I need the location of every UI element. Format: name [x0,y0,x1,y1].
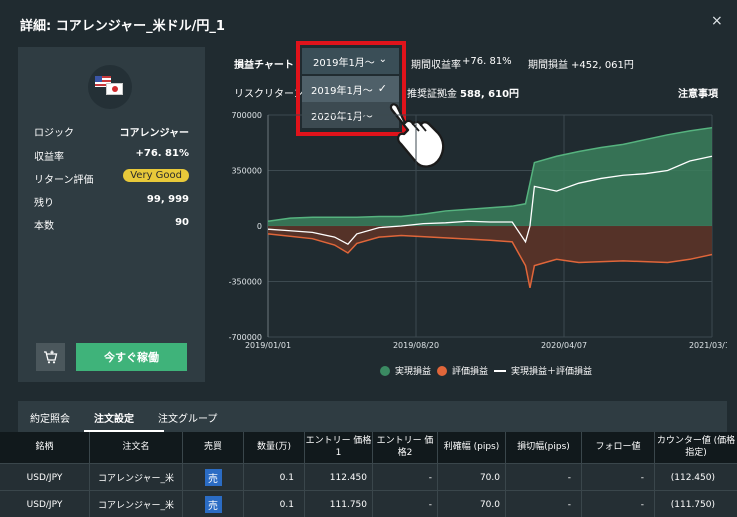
tab-executions[interactable]: 約定照会 [30,410,70,425]
tab-order-groups[interactable]: 注文グループ [158,410,217,425]
col-take-profit: 利確幅 (pips) [438,432,506,463]
col-stop-loss: 損切幅(pips) [506,432,582,463]
legend-unrealized: 評価損益 [437,364,488,377]
rating-badge: Very Good [123,169,189,182]
y-tick-label: 0 [257,222,262,231]
margin-value: 588, 610円 [460,89,520,100]
period-pl-value: +452, 061円 [571,60,634,71]
detail-dialog: 詳細: コアレンジャー_米ドル/円_1 × ロジック コアレンジャー 収益率 +… [0,0,737,517]
x-tick-label: 2020/04/07 [541,341,587,350]
realized-area [268,127,712,226]
add-to-cart-button[interactable] [36,343,65,371]
col-side: 売買 [183,432,244,463]
tab-order-settings[interactable]: 注文設定 [94,410,134,425]
col-entry-price-2: エントリー 価格2 [373,432,438,463]
col-follow: フォロー値 [582,432,655,463]
legend-realized: 実現損益 [380,364,431,377]
col-quantity: 数量(万) [244,432,305,463]
x-tick-label: 2019/08/20 [393,341,439,350]
sell-badge: 売 [204,469,222,486]
pl-chart: 7000003500000-350000-700000 2019/01/01 20… [229,111,727,350]
col-counter: カウンター値 (価格指定) [656,436,736,458]
notes-link[interactable]: 注意事項 [678,85,718,100]
margin-label: 推奨証拠金 [407,89,457,100]
logic-panel: ロジック コアレンジャー 収益率 +76. 81% リターン評価 Very Go… [18,47,205,382]
run-now-button[interactable]: 今すぐ稼働 [76,343,187,371]
currency-pair-avatar [88,65,132,109]
pl-chart-label: 損益チャート [234,60,294,71]
col-order-name: 注文名 [90,432,183,463]
legend-dot-orange [437,365,447,376]
col-symbol: 銘柄 [0,432,90,463]
table-row[interactable]: USD/JPY コアレンジャー_米 売 0.1 111.750 - 70.0 -… [0,490,737,517]
x-axis: 2019/01/01 2019/08/20 2020/04/07 2021/03/10 [245,341,727,350]
legend-dot-green [380,365,390,376]
close-icon[interactable]: × [711,13,723,29]
japan-flag-icon [106,83,123,95]
tab-bar: 約定照会 注文設定 注文グループ [18,401,727,432]
y-tick-label: -350000 [229,278,262,287]
dialog-title: 詳細: コアレンジャー_米ドル/円_1 [20,19,225,34]
x-tick-label: 2021/03/10 [689,341,727,350]
y-tick-label: 350000 [231,167,262,176]
return-rate-value: +76. 81% [462,56,512,67]
y-tick-label: 700000 [231,111,262,120]
cart-plus-icon [44,350,58,364]
y-axis: 7000003500000-350000-700000 [229,111,262,342]
orders-table-header: 銘柄 注文名 売買 数量(万) エントリー 価格1 エントリー 価格2 利確幅 … [0,432,737,463]
return-rate-label: 期間収益率 [411,60,461,71]
col-entry-price-1: エントリー 価格1 [305,432,373,463]
sell-badge: 売 [204,496,222,513]
x-tick-label: 2019/01/01 [245,341,291,350]
period-pl-label: 期間損益 [528,60,568,71]
legend-total: 実現損益＋評価損益 [494,364,592,377]
table-row[interactable]: USD/JPY コアレンジャー_米 売 0.1 112.450 - 70.0 -… [0,463,737,491]
legend-line-white [494,369,506,372]
unrealized-area [268,226,712,288]
